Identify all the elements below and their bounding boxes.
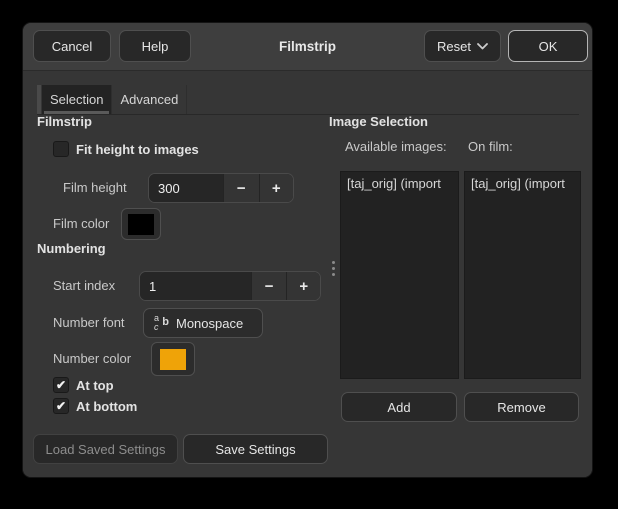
film-height-label: Film height xyxy=(63,180,127,195)
ok-button-label: OK xyxy=(539,39,558,54)
chevron-down-icon xyxy=(477,43,488,50)
filmstrip-dialog: Filmstrip Cancel Help Reset OK Selection… xyxy=(22,22,593,478)
available-images-list[interactable]: [taj_orig] (import xyxy=(340,171,459,379)
number-font-button[interactable]: a c b Monospace xyxy=(143,308,263,338)
image-selection-heading: Image Selection xyxy=(329,114,428,129)
film-color-button[interactable] xyxy=(121,208,161,240)
tab-selection-label: Selection xyxy=(50,92,103,107)
on-film-list[interactable]: [taj_orig] (import xyxy=(464,171,581,379)
available-images-list-item[interactable]: [taj_orig] (import xyxy=(341,172,458,194)
fit-height-label: Fit height to images xyxy=(76,142,199,157)
check-icon: ✔ xyxy=(56,400,66,412)
save-settings-button[interactable]: Save Settings xyxy=(183,434,328,464)
number-color-swatch xyxy=(160,349,186,370)
available-images-label: Available images: xyxy=(345,139,447,154)
start-index-input[interactable] xyxy=(140,272,251,300)
tab-advanced[interactable]: Advanced xyxy=(112,85,187,114)
at-bottom-label: At bottom xyxy=(76,399,137,414)
film-color-swatch xyxy=(128,214,154,235)
tab-advanced-label: Advanced xyxy=(120,92,178,107)
start-index-minus-button[interactable]: − xyxy=(251,272,287,300)
load-saved-settings-button[interactable]: Load Saved Settings xyxy=(33,434,178,464)
tab-bar: Selection Advanced xyxy=(37,85,579,115)
tab-selection[interactable]: Selection xyxy=(42,85,112,114)
on-film-label: On film: xyxy=(468,139,513,154)
numbering-section-heading: Numbering xyxy=(37,241,106,256)
pane-resize-handle-icon[interactable] xyxy=(332,261,335,276)
font-icon: a c b xyxy=(154,315,169,331)
tab-edge-decoration xyxy=(37,85,41,114)
at-top-checkbox[interactable]: ✔ xyxy=(53,377,69,393)
help-button[interactable]: Help xyxy=(119,30,191,62)
ok-button[interactable]: OK xyxy=(508,30,588,62)
check-icon: ✔ xyxy=(56,379,66,391)
save-settings-label: Save Settings xyxy=(215,442,295,457)
reset-button[interactable]: Reset xyxy=(424,30,501,62)
remove-button[interactable]: Remove xyxy=(464,392,579,422)
cancel-button-label: Cancel xyxy=(52,39,92,54)
film-height-input[interactable] xyxy=(149,174,223,202)
titlebar: Filmstrip Cancel Help Reset OK xyxy=(23,23,592,71)
at-bottom-checkbox[interactable]: ✔ xyxy=(53,398,69,414)
number-font-value: Monospace xyxy=(176,316,243,331)
on-film-list-item[interactable]: [taj_orig] (import xyxy=(465,172,580,194)
reset-button-label: Reset xyxy=(437,39,471,54)
film-height-plus-button[interactable]: + xyxy=(259,174,294,202)
start-index-plus-button[interactable]: + xyxy=(286,272,320,300)
film-height-minus-button[interactable]: − xyxy=(223,174,258,202)
number-color-button[interactable] xyxy=(151,342,195,376)
number-color-label: Number color xyxy=(53,351,131,366)
film-color-label: Film color xyxy=(53,216,109,231)
load-saved-settings-label: Load Saved Settings xyxy=(46,442,166,457)
start-index-spinner: − + xyxy=(139,271,321,301)
at-top-checkbox-row: ✔ At top xyxy=(53,377,114,393)
at-bottom-checkbox-row: ✔ At bottom xyxy=(53,398,137,414)
add-button[interactable]: Add xyxy=(341,392,457,422)
number-font-label: Number font xyxy=(53,315,125,330)
dialog-content: Selection Advanced Filmstrip Fit height … xyxy=(23,71,592,477)
start-index-label: Start index xyxy=(53,278,115,293)
film-height-spinner: − + xyxy=(148,173,294,203)
at-top-label: At top xyxy=(76,378,114,393)
remove-button-label: Remove xyxy=(497,400,545,415)
cancel-button[interactable]: Cancel xyxy=(33,30,111,62)
filmstrip-section-heading: Filmstrip xyxy=(37,114,92,129)
fit-height-checkbox[interactable] xyxy=(53,141,69,157)
fit-height-checkbox-row: Fit height to images xyxy=(53,141,199,157)
help-button-label: Help xyxy=(142,39,169,54)
add-button-label: Add xyxy=(387,400,410,415)
